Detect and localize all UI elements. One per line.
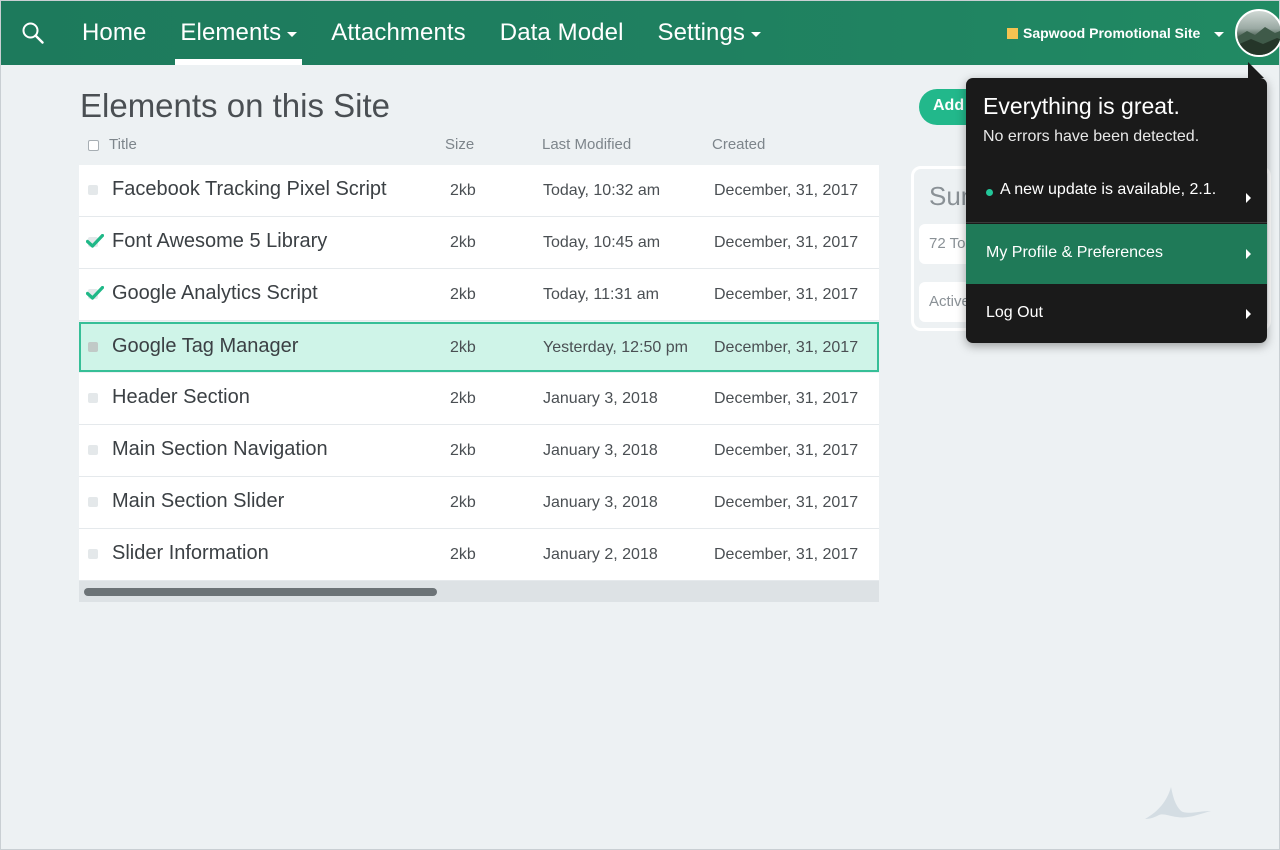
nav-attachments-label: Attachments (331, 19, 466, 46)
avatar-landscape-icon (1237, 27, 1280, 55)
account-popover: Everything is great. No errors have been… (966, 62, 1267, 344)
row-modified: January 3, 2018 (543, 390, 658, 407)
row-size: 2kb (450, 286, 476, 303)
table-row[interactable]: Google Analytics Script 2kb Today, 11:31… (79, 269, 879, 321)
row-modified: Today, 10:45 am (543, 234, 661, 251)
nav-settings[interactable]: Settings (641, 1, 779, 65)
horizontal-scrollbar[interactable] (79, 581, 879, 602)
check-icon (86, 286, 104, 300)
popover-arrow (1248, 62, 1264, 78)
row-checkbox[interactable] (88, 549, 98, 559)
row-size: 2kb (450, 339, 476, 356)
row-title: Font Awesome 5 Library (112, 230, 328, 252)
popover-title: Everything is great. (983, 93, 1180, 119)
row-checkbox[interactable] (88, 185, 98, 195)
table-row[interactable]: Font Awesome 5 Library 2kb Today, 10:45 … (79, 217, 879, 269)
scrollbar-thumb[interactable] (84, 588, 437, 596)
table-header: Title Size Last Modified Created (79, 134, 879, 156)
row-size: 2kb (450, 182, 476, 199)
row-size: 2kb (450, 442, 476, 459)
row-title: Google Analytics Script (112, 282, 318, 304)
column-title[interactable]: Title (109, 136, 137, 153)
search-button[interactable] (1, 1, 65, 65)
top-navigation-bar: Home Elements Attachments Data Model Set… (1, 1, 1279, 65)
status-dot-icon (986, 189, 993, 196)
row-size: 2kb (450, 494, 476, 511)
site-switcher[interactable]: Sapwood Promotional Site (1007, 1, 1225, 65)
chevron-right-icon (1246, 249, 1251, 259)
row-modified: January 3, 2018 (543, 442, 658, 459)
nav-home[interactable]: Home (65, 1, 163, 65)
column-created[interactable]: Created (712, 136, 765, 153)
row-modified: Yesterday, 12:50 pm (543, 339, 688, 356)
chevron-right-icon (1246, 193, 1251, 203)
column-last-modified[interactable]: Last Modified (542, 136, 631, 153)
table-row[interactable]: Main Section Slider 2kb January 3, 2018 … (79, 477, 879, 529)
row-title: Facebook Tracking Pixel Script (112, 178, 387, 200)
row-modified: Today, 10:32 am (543, 182, 661, 199)
page-title: Elements on this Site (80, 87, 390, 124)
add-element-label: Add (933, 97, 965, 114)
nav-data-model[interactable]: Data Model (483, 1, 641, 65)
nav-settings-label: Settings (657, 19, 746, 46)
row-size: 2kb (450, 234, 476, 251)
row-title: Main Section Slider (112, 490, 285, 512)
column-size[interactable]: Size (445, 136, 474, 153)
popover-subtitle: No errors have been detected. (983, 128, 1200, 145)
row-modified: January 3, 2018 (543, 494, 658, 511)
table-row[interactable]: Main Section Navigation 2kb January 3, 2… (79, 425, 879, 477)
update-available-item[interactable]: A new update is available, 2.1. (966, 173, 1267, 223)
search-icon (22, 22, 44, 44)
check-icon (86, 234, 104, 248)
row-checkbox[interactable] (88, 393, 98, 403)
row-created: December, 31, 2017 (714, 390, 859, 407)
caret-down-icon (287, 32, 298, 37)
select-all-checkbox[interactable] (88, 140, 99, 151)
log-out-label: Log Out (986, 304, 1043, 321)
table-row[interactable]: Header Section 2kb January 3, 2018 Decem… (79, 373, 879, 425)
row-created: December, 31, 2017 (714, 234, 859, 251)
row-created: December, 31, 2017 (714, 442, 859, 459)
summary-stat-total-text: 72 To (929, 235, 966, 252)
table-row[interactable]: Slider Information 2kb January 2, 2018 D… (79, 529, 879, 581)
row-checkbox[interactable] (88, 342, 98, 352)
nav-data-model-label: Data Model (499, 19, 624, 46)
brand-logo-icon (1145, 787, 1211, 819)
row-size: 2kb (450, 390, 476, 407)
row-modified: Today, 11:31 am (543, 286, 659, 303)
row-title: Header Section (112, 386, 250, 408)
caret-down-icon (1214, 32, 1225, 37)
nav-elements-label: Elements (180, 19, 282, 46)
row-title: Main Section Navigation (112, 438, 328, 460)
site-name: Sapwood Promotional Site (1023, 25, 1201, 41)
nav-elements[interactable]: Elements (163, 1, 314, 65)
chevron-right-icon (1246, 309, 1251, 319)
nav-attachments[interactable]: Attachments (314, 1, 483, 65)
update-available-text: A new update is available, 2.1. (1000, 181, 1217, 198)
caret-down-icon (751, 32, 762, 37)
table-row-selected[interactable]: Google Tag Manager 2kb Yesterday, 12:50 … (79, 322, 879, 372)
profile-preferences-label: My Profile & Preferences (986, 244, 1163, 261)
row-created: December, 31, 2017 (714, 546, 859, 563)
row-title: Google Tag Manager (112, 335, 299, 357)
row-created: December, 31, 2017 (714, 494, 859, 511)
row-checkbox[interactable] (88, 445, 98, 455)
row-title: Slider Information (112, 542, 269, 564)
row-created: December, 31, 2017 (714, 182, 859, 199)
table-row[interactable]: Facebook Tracking Pixel Script 2kb Today… (79, 165, 879, 217)
log-out-item[interactable]: Log Out (966, 284, 1267, 344)
elements-table: Facebook Tracking Pixel Script 2kb Today… (79, 165, 879, 581)
row-created: December, 31, 2017 (714, 286, 859, 303)
site-color-swatch (1007, 27, 1018, 39)
user-avatar[interactable] (1235, 9, 1280, 57)
row-modified: January 2, 2018 (543, 546, 658, 563)
nav-home-label: Home (82, 19, 147, 46)
row-size: 2kb (450, 546, 476, 563)
profile-preferences-item[interactable]: My Profile & Preferences (966, 224, 1267, 284)
row-checkbox[interactable] (88, 497, 98, 507)
row-created: December, 31, 2017 (714, 339, 859, 356)
